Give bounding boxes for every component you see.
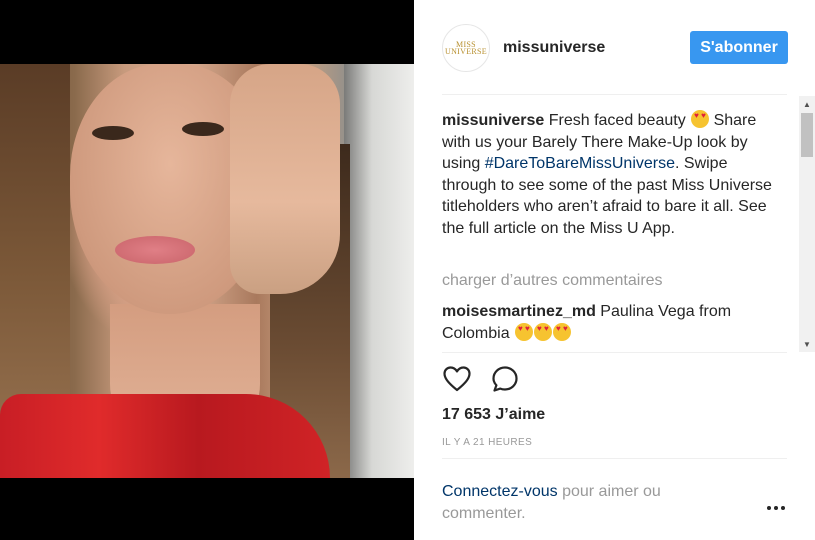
list-item: moisesmartinez_md Paulina Vega from Colo… (442, 301, 772, 344)
caption-username[interactable]: missuniverse (442, 112, 544, 129)
heart-eyes-emoji-icon (534, 322, 553, 341)
caption-hashtag[interactable]: #DareToBareMissUniverse (485, 155, 675, 172)
post-media (0, 0, 414, 540)
comment-username[interactable]: moisesmartinez_md (442, 303, 596, 320)
divider (442, 352, 787, 353)
more-options-button[interactable] (764, 500, 788, 516)
comments-list: missuniverse Fresh faced beauty Share wi… (442, 96, 787, 352)
scroll-up-arrow-icon[interactable]: ▲ (799, 96, 815, 112)
avatar-logo-line2: UNIVERSE (445, 47, 487, 56)
scroll-down-arrow-icon[interactable]: ▼ (799, 336, 815, 352)
caption-text-1: Fresh faced beauty (544, 112, 691, 129)
post-sidebar: MISS UNIVERSE missuniverse S'abonner mis… (414, 0, 815, 540)
divider (442, 458, 787, 459)
photo-background (344, 64, 414, 478)
likes-count[interactable]: 17 653 J’aime (442, 406, 545, 424)
avatar[interactable]: MISS UNIVERSE (442, 24, 490, 72)
post-timestamp[interactable]: IL Y A 21 HEURES (442, 437, 532, 448)
more-dot-icon (767, 506, 771, 510)
more-dot-icon (781, 506, 785, 510)
comment-bubble-icon (492, 366, 518, 392)
photo-red-top (0, 394, 330, 478)
photo-eye-right (182, 122, 224, 136)
header-username[interactable]: missuniverse (503, 39, 605, 57)
photo-eye-left (92, 126, 134, 140)
like-button[interactable] (442, 364, 472, 394)
scrollbar-thumb[interactable] (801, 113, 813, 157)
login-prompt: Connectez-vous pour aimer ou commenter. (442, 481, 732, 525)
post-actions (442, 364, 520, 396)
follow-button[interactable]: S'abonner (690, 31, 788, 64)
post-caption: missuniverse Fresh faced beauty Share wi… (442, 110, 772, 239)
login-link[interactable]: Connectez-vous (442, 483, 558, 500)
post-header: MISS UNIVERSE missuniverse S'abonner (414, 0, 815, 95)
post-photo[interactable] (0, 64, 414, 478)
heart-eyes-emoji-icon (691, 110, 710, 128)
divider (442, 94, 787, 95)
avatar-logo-text: MISS UNIVERSE (445, 41, 487, 56)
comments-scrollbar[interactable]: ▲ ▼ (799, 96, 815, 352)
photo-hand (230, 64, 340, 294)
heart-eyes-emoji-icon (553, 322, 572, 341)
heart-icon (443, 366, 471, 392)
comment-button[interactable] (490, 364, 520, 394)
heart-eyes-emoji-icon (515, 322, 534, 341)
load-more-comments-button[interactable]: charger d’autres commentaires (442, 272, 663, 290)
more-dot-icon (774, 506, 778, 510)
photo-lips (115, 236, 195, 264)
